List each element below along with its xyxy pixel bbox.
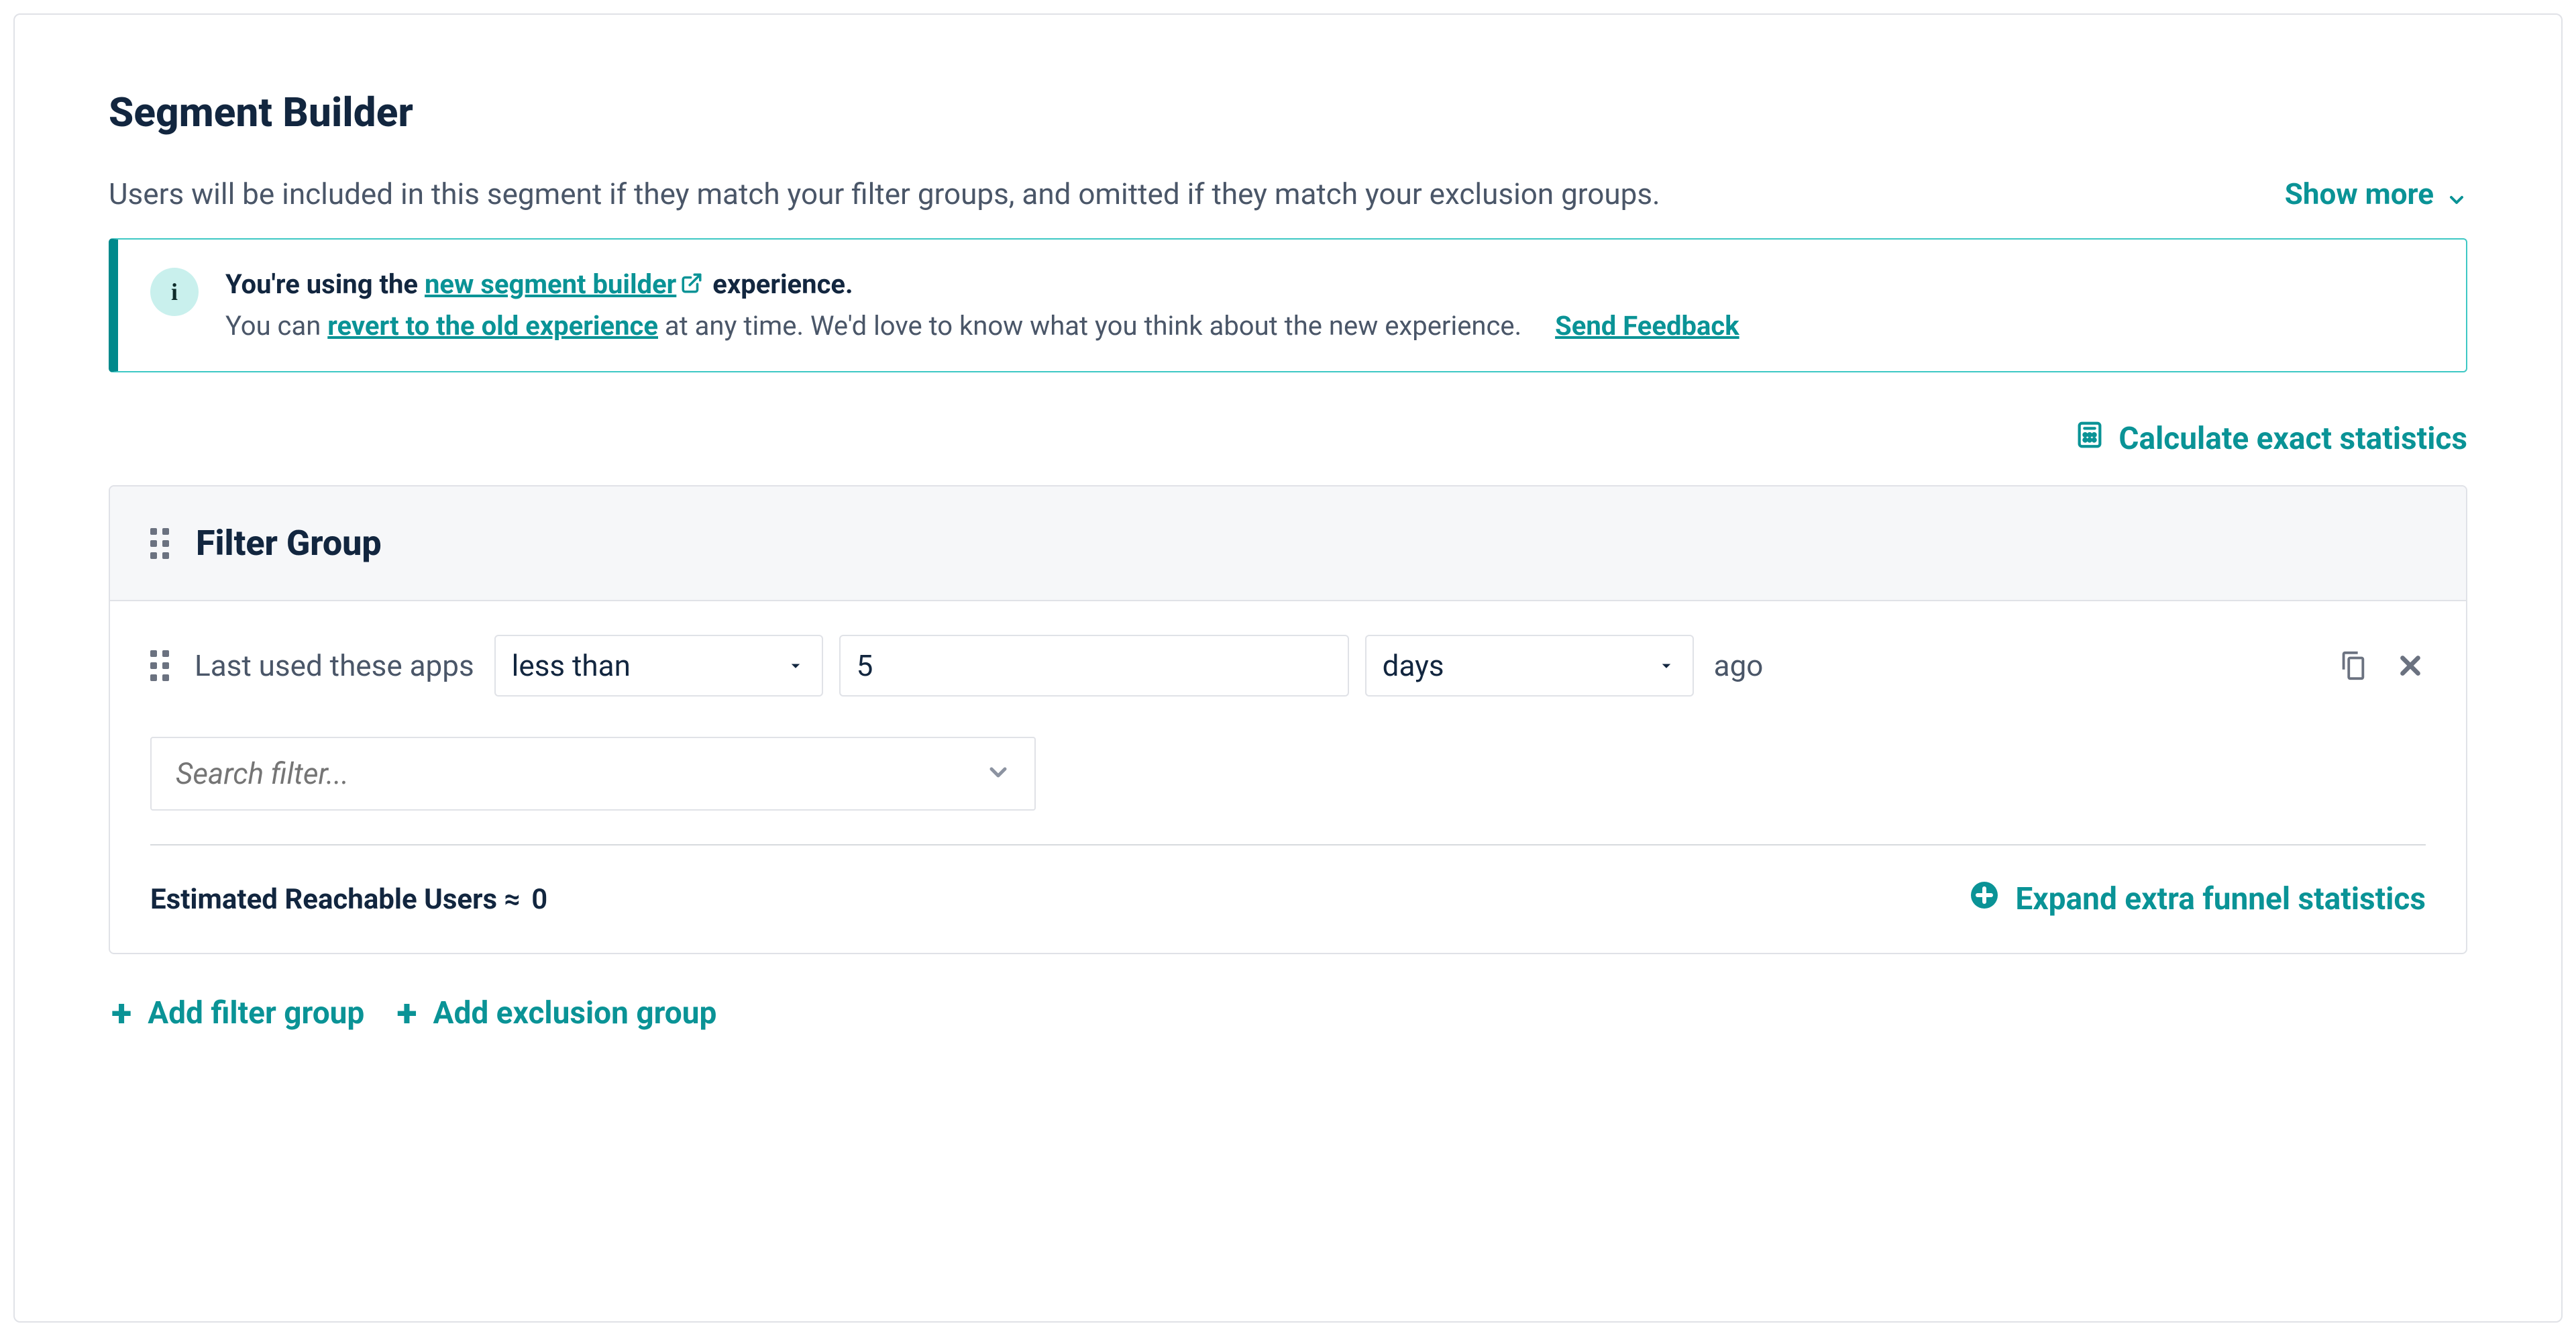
plus-icon: + bbox=[111, 994, 131, 1032]
unit-value: days bbox=[1383, 648, 1444, 683]
banner-line1-suffix: experience. bbox=[706, 268, 853, 300]
filter-suffix: ago bbox=[1714, 648, 1764, 683]
add-exclusion-group-button[interactable]: + Add exclusion group bbox=[396, 994, 716, 1032]
filter-row: Last used these apps less than days ago bbox=[150, 635, 2426, 697]
unit-select[interactable]: days bbox=[1365, 635, 1694, 697]
filter-group-header: Filter Group bbox=[110, 486, 2466, 601]
remove-filter-button[interactable] bbox=[2395, 650, 2426, 681]
filter-group-title: Filter Group bbox=[196, 523, 382, 564]
segment-builder-card: Segment Builder Users will be included i… bbox=[13, 13, 2563, 1323]
chevron-down-icon bbox=[985, 759, 1012, 788]
send-feedback-link[interactable]: Send Feedback bbox=[1555, 310, 1739, 342]
external-link-icon bbox=[680, 272, 703, 295]
intro-row: Users will be included in this segment i… bbox=[109, 176, 2467, 211]
operator-value: less than bbox=[512, 648, 631, 683]
calculator-icon bbox=[2074, 419, 2105, 458]
filter-group-footer: Estimated Reachable Users ≈ 0 Expand ext… bbox=[110, 845, 2466, 953]
info-icon: i bbox=[150, 268, 199, 316]
revert-link[interactable]: revert to the old experience bbox=[327, 310, 658, 342]
add-exclusion-group-label: Add exclusion group bbox=[433, 995, 717, 1031]
filter-group-card: Filter Group Last used these apps less t… bbox=[109, 485, 2467, 954]
calculate-stats-button[interactable]: Calculate exact statistics bbox=[2074, 419, 2467, 458]
plus-icon: + bbox=[396, 994, 417, 1032]
filter-field-label: Last used these apps bbox=[195, 648, 474, 683]
plus-circle-icon bbox=[1968, 879, 2000, 919]
duplicate-filter-button[interactable] bbox=[2337, 650, 2368, 681]
operator-select[interactable]: less than bbox=[494, 635, 823, 697]
search-filter-input[interactable] bbox=[174, 756, 985, 792]
drag-handle-icon[interactable] bbox=[150, 650, 169, 681]
drag-handle-icon[interactable] bbox=[150, 528, 169, 559]
caret-down-icon bbox=[786, 648, 806, 683]
banner-line1-prefix: You're using the bbox=[225, 268, 425, 300]
banner-line2-suffix: at any time. We'd love to know what you … bbox=[658, 310, 1521, 342]
add-filter-group-label: Add filter group bbox=[148, 995, 364, 1031]
search-filter-combobox[interactable] bbox=[150, 737, 1036, 811]
new-segment-builder-link[interactable]: new segment builder bbox=[425, 268, 676, 300]
banner-line2-prefix: You can bbox=[225, 310, 327, 342]
value-input[interactable] bbox=[839, 635, 1349, 697]
calculate-stats-label: Calculate exact statistics bbox=[2118, 421, 2467, 457]
reachable-users-label: Estimated Reachable Users ≈ bbox=[150, 883, 521, 916]
add-filter-group-button[interactable]: + Add filter group bbox=[111, 994, 364, 1032]
reachable-users-value: 0 bbox=[531, 883, 547, 916]
caret-down-icon bbox=[1656, 648, 1676, 683]
expand-funnel-stats-label: Expand extra funnel statistics bbox=[2015, 881, 2426, 917]
show-more-label: Show more bbox=[2285, 176, 2434, 211]
show-more-toggle[interactable]: Show more bbox=[2285, 176, 2467, 211]
add-actions-row: + Add filter group + Add exclusion group bbox=[109, 994, 2467, 1032]
chevron-down-icon bbox=[2446, 183, 2467, 205]
page-title: Segment Builder bbox=[109, 89, 2467, 136]
intro-text: Users will be included in this segment i… bbox=[109, 176, 1660, 211]
expand-funnel-stats-button[interactable]: Expand extra funnel statistics bbox=[1968, 879, 2426, 919]
new-experience-banner: i You're using the new segment builder e… bbox=[109, 238, 2467, 372]
